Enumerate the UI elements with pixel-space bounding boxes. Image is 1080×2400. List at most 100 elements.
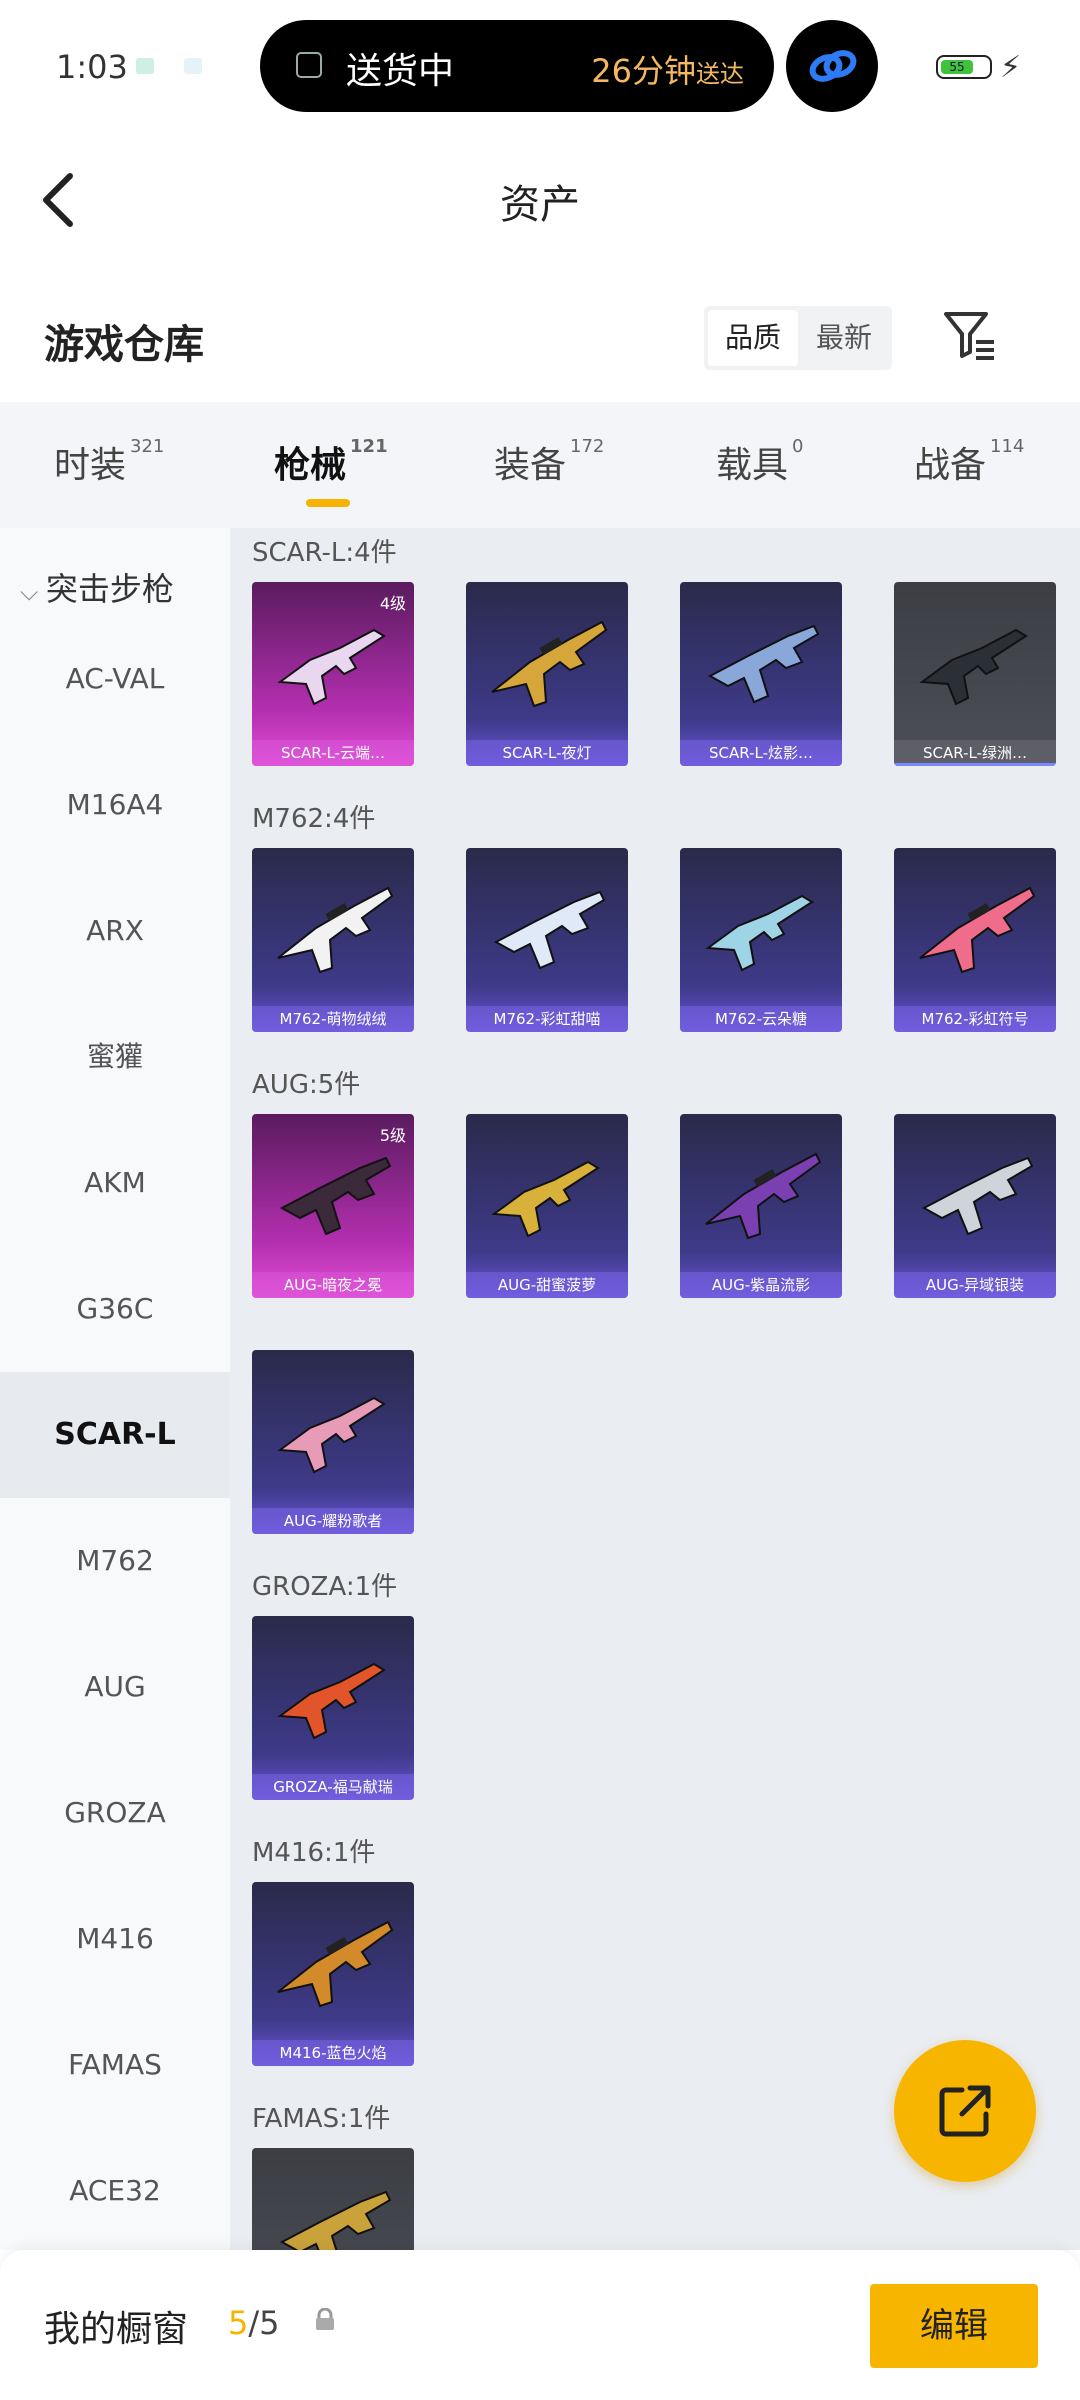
status-bar: 1:03 送货中 26分钟送达 55 ⚡ bbox=[0, 0, 1080, 130]
gun-image bbox=[705, 1152, 822, 1240]
sidebar-item[interactable]: AUG bbox=[0, 1624, 230, 1750]
weapon-name: AUG-异域银装 bbox=[894, 1272, 1056, 1298]
sidebar-item[interactable]: G36C bbox=[0, 1246, 230, 1372]
weapon-name: SCAR-L-云端… bbox=[252, 740, 414, 766]
gun-image bbox=[491, 1160, 600, 1238]
weapon-name: SCAR-L-炫影… bbox=[680, 740, 842, 766]
weapon-sidebar: ⌵ 突击步枪 AC-VAL M16A4 ARX 蜜獾 AKM G36C SCAR-L M762… bbox=[0, 528, 230, 2250]
gun-image bbox=[279, 1156, 392, 1236]
weapon-card[interactable]: SCAR-L-炫影… bbox=[680, 582, 842, 766]
sidebar-item[interactable]: ARX bbox=[0, 868, 230, 994]
sidebar-item[interactable]: M762 bbox=[0, 1498, 230, 1624]
category-tabs: 时装 321 枪械 121 装备 172 载具 0 战备 114 bbox=[0, 402, 1080, 528]
chevron-down-icon: ⌵ bbox=[20, 578, 46, 606]
weapon-card[interactable]: M762-萌物绒绒 bbox=[252, 848, 414, 1032]
sidebar-item[interactable]: M16A4 bbox=[0, 742, 230, 868]
notification-icon bbox=[136, 58, 154, 74]
weapon-card[interactable]: 5级 AUG-暗夜之冕 bbox=[252, 1114, 414, 1298]
showcase-count: 5/5 bbox=[228, 2304, 280, 2342]
lock-icon bbox=[316, 2308, 334, 2330]
showcase-bar: 我的橱窗 5/5 编辑 bbox=[0, 2250, 1080, 2400]
weapon-grid: SCAR-L:4件 4级 SCAR-L-云端… SCAR-L-夜灯 SCAR-L-炫影…… bbox=[230, 528, 1080, 2250]
weapon-name: SCAR-L-绿洲… bbox=[894, 740, 1056, 766]
sidebar-item[interactable]: AC-VAL bbox=[0, 616, 230, 742]
sidebar-item[interactable]: GROZA bbox=[0, 1750, 230, 1876]
tab-fashion[interactable]: 时装 321 bbox=[54, 436, 164, 488]
weapon-name: AUG-暗夜之冕 bbox=[252, 1272, 414, 1298]
tab-equipment[interactable]: 装备 172 bbox=[494, 436, 604, 488]
edit-button[interactable]: 编辑 bbox=[870, 2284, 1038, 2368]
group-title: AUG:5件 bbox=[252, 1070, 361, 1100]
clock: 1:03 bbox=[56, 48, 128, 86]
weapon-name: M762-萌物绒绒 bbox=[252, 1006, 414, 1032]
sidebar-category[interactable]: ⌵ 突击步枪 bbox=[20, 564, 174, 610]
weapon-card[interactable]: SCAR-L-夜灯 bbox=[466, 582, 628, 766]
group-title: M416:1件 bbox=[252, 1838, 376, 1868]
weapon-name: M762-彩虹符号 bbox=[894, 1006, 1056, 1032]
sort-newest-button[interactable]: 最新 bbox=[800, 310, 888, 366]
weapon-card[interactable] bbox=[252, 2148, 414, 2250]
battery-icon: 55 bbox=[936, 55, 992, 79]
weapon-name: M762-云朵糖 bbox=[680, 1006, 842, 1032]
sidebar-item[interactable]: AKM bbox=[0, 1120, 230, 1246]
gun-image bbox=[277, 1396, 386, 1474]
gun-image bbox=[919, 886, 1036, 974]
gun-image bbox=[919, 628, 1028, 706]
weapon-card[interactable]: M762-彩虹甜喵 bbox=[466, 848, 628, 1032]
sort-toggle: 品质 最新 bbox=[704, 306, 892, 370]
weapon-card[interactable]: SCAR-L-绿洲… bbox=[894, 582, 1056, 766]
sort-quality-button[interactable]: 品质 bbox=[708, 310, 798, 366]
gun-image bbox=[277, 628, 386, 706]
link-island[interactable] bbox=[786, 20, 878, 112]
share-button[interactable] bbox=[894, 2040, 1036, 2182]
gun-image bbox=[493, 890, 606, 970]
weapon-name: M416-蓝色火焰 bbox=[252, 2040, 414, 2066]
tab-indicator bbox=[306, 499, 350, 507]
delivery-island[interactable]: 送货中 26分钟送达 bbox=[260, 20, 774, 112]
page-title: 资产 bbox=[500, 182, 580, 228]
weapon-card[interactable]: 4级 SCAR-L-云端… bbox=[252, 582, 414, 766]
weapon-card[interactable]: M416-蓝色火焰 bbox=[252, 1882, 414, 2066]
sidebar-item[interactable]: M416 bbox=[0, 1876, 230, 2002]
gun-image bbox=[707, 624, 820, 704]
level-badge: 5级 bbox=[379, 1126, 406, 1145]
weapon-card[interactable]: AUG-甜蜜菠萝 bbox=[466, 1114, 628, 1298]
sidebar-item[interactable]: SCAR-L bbox=[0, 1372, 230, 1498]
tab-vehicles[interactable]: 载具 0 bbox=[716, 436, 803, 488]
sidebar-item[interactable]: ACE32 bbox=[0, 2128, 230, 2250]
weapon-name: AUG-紫晶流影 bbox=[680, 1272, 842, 1298]
filter-icon[interactable] bbox=[942, 308, 998, 362]
share-icon bbox=[939, 2085, 991, 2137]
gun-image bbox=[277, 886, 394, 974]
delivery-status: 送货中 bbox=[346, 51, 455, 92]
delivery-eta: 26分钟送达 bbox=[591, 52, 744, 90]
weapon-name: M762-彩虹甜喵 bbox=[466, 1006, 628, 1032]
group-title: SCAR-L:4件 bbox=[252, 538, 397, 568]
group-title: M762:4件 bbox=[252, 804, 376, 834]
charging-icon: ⚡ bbox=[1000, 50, 1022, 85]
level-badge: 4级 bbox=[379, 594, 406, 613]
weapon-name: GROZA-福马献瑞 bbox=[252, 1774, 414, 1800]
package-icon bbox=[296, 52, 322, 78]
tab-guns[interactable]: 枪械 121 bbox=[274, 436, 388, 488]
weapon-name: SCAR-L-夜灯 bbox=[466, 740, 628, 766]
weapon-card[interactable]: AUG-紫晶流影 bbox=[680, 1114, 842, 1298]
weapon-name: AUG-耀粉歌者 bbox=[252, 1508, 414, 1534]
weapon-card[interactable]: GROZA-福马献瑞 bbox=[252, 1616, 414, 1800]
weapon-card[interactable]: AUG-异域银装 bbox=[894, 1114, 1056, 1298]
warehouse-title: 游戏仓库 bbox=[44, 322, 204, 368]
tab-supplies[interactable]: 战备 114 bbox=[914, 436, 1024, 488]
gun-image bbox=[277, 1920, 394, 2008]
weapon-card[interactable]: AUG-耀粉歌者 bbox=[252, 1350, 414, 1534]
group-title: GROZA:1件 bbox=[252, 1572, 398, 1602]
notification-icon bbox=[184, 58, 202, 74]
sidebar-item[interactable]: 蜜獾 bbox=[0, 994, 230, 1120]
sidebar-item[interactable]: FAMAS bbox=[0, 2002, 230, 2128]
gun-image bbox=[279, 2190, 392, 2250]
weapon-card[interactable]: M762-云朵糖 bbox=[680, 848, 842, 1032]
link-icon bbox=[809, 50, 857, 82]
weapon-card[interactable]: M762-彩虹符号 bbox=[894, 848, 1056, 1032]
gun-image bbox=[921, 1156, 1034, 1236]
gun-image bbox=[277, 1662, 386, 1740]
showcase-label: 我的橱窗 bbox=[44, 2309, 189, 2350]
